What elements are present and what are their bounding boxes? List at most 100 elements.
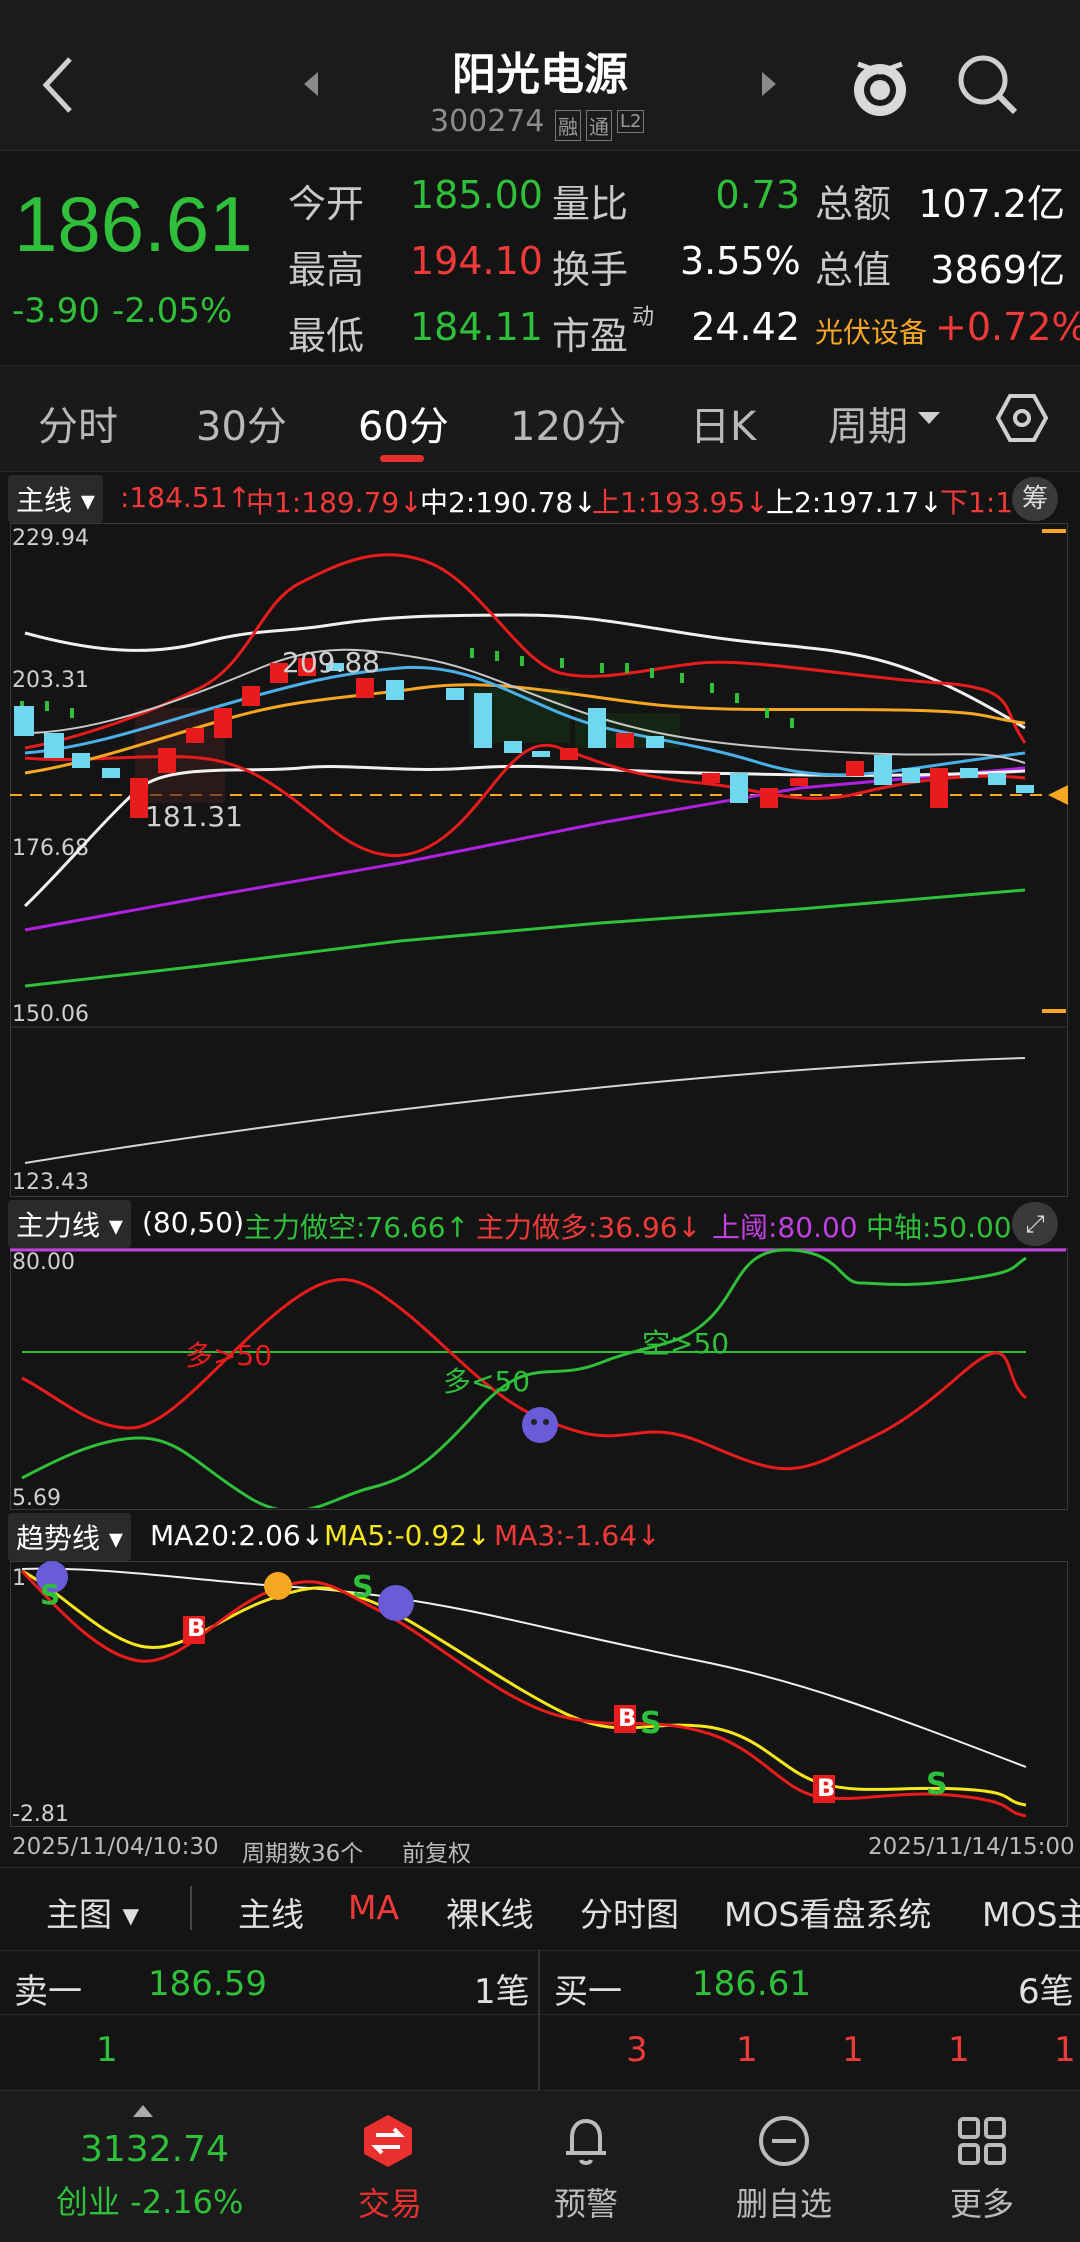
order-book: 卖一 186.59 1笔 买一 186.61 6笔 1 3 1 1 1 1 [0,1950,1080,2090]
turnover-rate-label: 换手 [552,248,629,292]
high-label: 最高 [288,248,365,292]
sell1-count: 1笔 [474,1972,530,2012]
bottom-nav: 3132.74 创业 -2.16% 交易 预警 删自选 更多 [0,2090,1080,2242]
tab-60min[interactable]: 60分 [358,394,449,452]
buy-detail-1: 1 [736,2030,758,2070]
nav-remove-watchlist[interactable]: 删自选 [722,2179,846,2225]
main-ind-value-1: 中1:189.79↓ [246,486,423,519]
force-indicator-row: 主力线 ▾ (80,50) 主力做空:76.66↑ 主力做多:36.96↓ 上阈… [0,1200,1080,1250]
trend-indicator-row: 趋势线 ▾ MA20:2.06↓ MA5:-0.92↓ MA3:-1.64↓ [0,1513,1080,1563]
prev-stock-icon[interactable] [300,70,322,98]
force-indicator-select[interactable]: 主力线 ▾ [8,1200,131,1248]
pe-dynamic-sup: 动 [632,305,655,330]
market-cap-value: 3869亿 [930,248,1065,292]
force-chart[interactable] [0,1248,1080,1508]
settings-hexagon-icon[interactable] [996,392,1048,444]
option-ma[interactable]: MA [348,1888,399,1927]
option-timeshare[interactable]: 分时图 [580,1888,679,1936]
index-name[interactable]: 创业 -2.16% [56,2177,243,2223]
trend-chart[interactable] [0,1561,1080,1825]
turnover-rate-value: 3.55% [680,239,801,283]
period-dropdown-icon [918,412,940,424]
buy1-price: 186.61 [692,1964,811,2004]
sell-mark-1: S [40,1578,61,1611]
order-row-divider [0,2014,1080,2015]
sell-mark-3: S [640,1706,662,1741]
index-expand-icon[interactable] [133,2105,153,2119]
active-tab-indicator [380,455,424,462]
order-divider [538,1950,540,2090]
main-chart[interactable] [0,523,1080,1195]
option-mos-main[interactable]: MOS主 [982,1888,1080,1936]
tab-120min[interactable]: 120分 [510,394,626,452]
turnover-amount-label: 总额 [815,182,892,226]
low-value: 184.11 [410,305,543,349]
turnover-amount-value: 107.2亿 [918,182,1065,226]
buy-mark-3: B [817,1774,836,1802]
option-naked-k[interactable]: 裸K线 [446,1888,534,1936]
back-icon[interactable] [38,55,78,115]
sell-mark-4: S [926,1767,948,1802]
connect-badge: 通 [586,110,612,141]
pe-label: 市盈 [552,314,629,358]
high-value: 194.10 [410,239,543,283]
main-ind-value-3: 上1:193.95↓ [592,486,769,519]
sell-detail-0: 1 [96,2030,118,2070]
price-change: -3.90 [12,291,100,331]
current-price: 186.61 [14,180,253,268]
bell-icon[interactable] [558,2113,614,2169]
main-ind-value-0: :184.51↑ [120,481,251,514]
expand-icon[interactable]: ⤢ [1012,1202,1058,1246]
level2-badge: L2 [617,110,645,133]
market-cap-label: 总值 [815,248,892,292]
margin-badge: 融 [555,110,581,141]
open-label: 今开 [288,182,365,226]
main-ind-value-2: 中2:190.78↓ [420,486,597,519]
option-mos-system[interactable]: MOS看盘系统 [724,1888,931,1936]
stock-title: 阳光电源 [452,49,628,100]
index-value[interactable]: 3132.74 [80,2129,229,2170]
label-duo-gt-50: 多>50 [185,1339,273,1372]
tab-period[interactable]: 周期 [828,394,908,452]
open-value: 185.00 [410,173,543,217]
force-params: (80,50) [142,1206,245,1239]
remove-watchlist-icon[interactable] [756,2113,812,2169]
main-chart-select[interactable]: 主图 ▾ [46,1888,139,1936]
sector-label[interactable]: 光伏设备 [815,311,927,351]
nav-alert[interactable]: 预警 [536,2179,636,2225]
trend-value-2: MA3:-1.64↓ [494,1519,661,1552]
volume-ratio-label: 量比 [552,182,629,226]
volume-ratio-value: 0.73 [715,173,800,217]
force-value-3: 中轴:50.00 [866,1211,1012,1244]
high-annotation: 209.88 [282,646,380,679]
force-value-0: 主力做空:76.66↑ [244,1211,470,1244]
option-mainline[interactable]: 主线 [238,1888,304,1936]
sell1-label: 卖一 [14,1972,82,2012]
low-annotation: 181.31 [145,800,243,833]
trend-value-0: MA20:2.06↓ [150,1519,325,1552]
period-tabs: 分时 30分 60分 120分 日K 周期 [0,365,1080,472]
label-kong-gt-50: 空>50 [642,1327,730,1360]
trend-indicator-select[interactable]: 趋势线 ▾ [8,1513,131,1561]
main-indicator-row: 主线 ▾ :184.51↑ 中1:189.79↓ 中2:190.78↓ 上1:1… [0,475,1080,525]
main-ind-value-5: 下1:1 [940,486,1014,519]
search-icon[interactable] [955,52,1021,118]
mascot-icon[interactable] [848,50,912,120]
trade-icon[interactable] [360,2113,416,2169]
quote-panel: 186.61 -3.90 -2.05% 今开 185.00 量比 0.73 总额… [0,150,1080,366]
chips-button[interactable]: 筹 [1012,477,1058,521]
tab-daily[interactable]: 日K [690,394,756,452]
nav-trade[interactable]: 交易 [340,2179,440,2225]
next-stock-icon[interactable] [758,70,780,98]
buy-mark-1: B [187,1614,206,1642]
period-count: 周期数36个 [242,1841,364,1867]
main-indicator-select[interactable]: 主线 ▾ [8,475,103,523]
main-ind-value-4: 上2:197.17↓ [766,486,943,519]
sell-mark-2: S [352,1570,374,1605]
more-grid-icon[interactable] [954,2113,1010,2169]
tab-timeshare[interactable]: 分时 [38,394,118,452]
buy-detail-3: 1 [948,2030,970,2070]
tab-30min[interactable]: 30分 [196,394,287,452]
low-label: 最低 [288,314,365,358]
nav-more[interactable]: 更多 [932,2179,1032,2225]
